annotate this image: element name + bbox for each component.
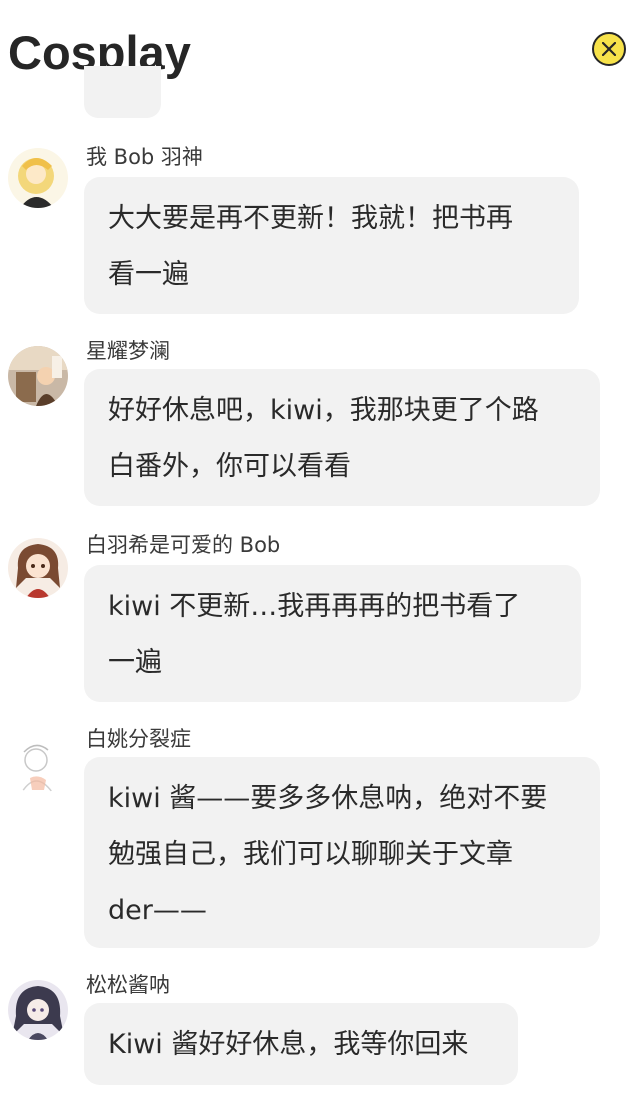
avatar[interactable] [8, 538, 68, 598]
comment-bubble[interactable]: 大大要是再不更新！我就！把书再 看一遍 [84, 177, 579, 314]
avatar[interactable] [8, 980, 68, 1040]
comment-bubble[interactable]: kiwi 酱——要多多休息呐，绝对不要 勉强自己，我们可以聊聊关于文章 der—… [84, 757, 600, 948]
comment-text-line: 白番外，你可以看看 [108, 451, 351, 482]
comment-text-line: kiwi 酱——要多多休息呐，绝对不要 [108, 783, 548, 814]
comment-text-line: kiwi 不更新…我再再再的把书看了 [108, 591, 521, 622]
comment-text-line: 好好休息吧，kiwi，我那块更了个路 [108, 395, 539, 426]
comment-text-line: Kiwi 酱好好休息，我等你回来 [108, 1029, 469, 1060]
previous-message-bubble [84, 66, 161, 118]
avatar[interactable] [8, 734, 68, 794]
comment-username[interactable]: 我 Bob 羽神 [86, 144, 203, 170]
comment-text-line: der—— [108, 895, 207, 926]
close-icon [602, 42, 616, 56]
comment-username[interactable]: 星耀梦澜 [86, 338, 170, 364]
avatar[interactable] [8, 148, 68, 208]
comment-username[interactable]: 白姚分裂症 [86, 726, 191, 752]
comment-text-line: 勉强自己，我们可以聊聊关于文章 [108, 839, 513, 870]
avatar[interactable] [8, 346, 68, 406]
comment-text-line: 大大要是再不更新！我就！把书再 [108, 203, 513, 234]
comment-text-line: 一遍 [108, 647, 162, 678]
comment-bubble[interactable]: kiwi 不更新…我再再再的把书看了 一遍 [84, 565, 581, 702]
comment-bubble[interactable]: Kiwi 酱好好休息，我等你回来 [84, 1003, 518, 1085]
comment-username[interactable]: 白羽希是可爱的 Bob [86, 532, 280, 558]
comment-username[interactable]: 松松酱呐 [86, 972, 170, 998]
close-button[interactable] [592, 32, 626, 66]
comment-text-line: 看一遍 [108, 259, 189, 290]
comment-bubble[interactable]: 好好休息吧，kiwi，我那块更了个路 白番外，你可以看看 [84, 369, 600, 506]
